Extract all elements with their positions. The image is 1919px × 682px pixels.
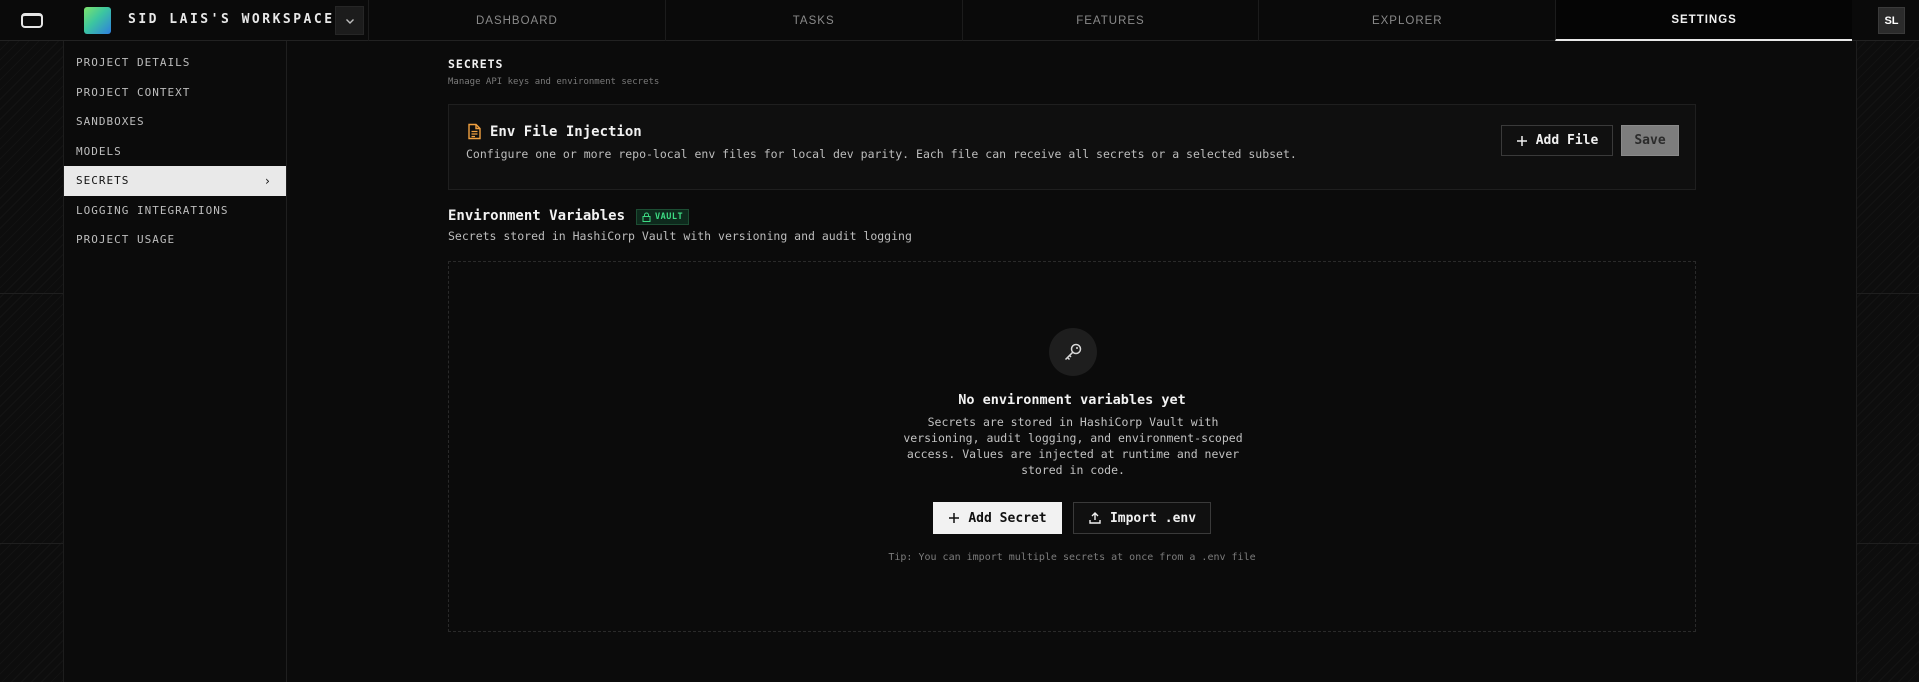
page-title: SECRETS [448,57,504,71]
add-secret-button[interactable]: Add Secret [933,502,1062,534]
top-bar: SID LAIS'S WORKSPACE DASHBOARD TASKS FEA… [0,0,1919,41]
sidebar-item-label: LOGGING INTEGRATIONS [76,203,229,217]
sidebar-item-logging-integrations[interactable]: LOGGING INTEGRATIONS [64,196,286,226]
chevron-down-icon [345,18,354,24]
user-avatar[interactable]: SL [1878,7,1905,34]
sidebar-item-models[interactable]: MODELS [64,137,286,167]
save-button[interactable]: Save [1621,125,1679,156]
gutter-divider [0,543,63,544]
sidebar-item-label: SECRETS [76,174,130,188]
sidebar-item-project-usage[interactable]: PROJECT USAGE [64,225,286,255]
tab-features[interactable]: FEATURES [961,0,1259,41]
add-file-button[interactable]: Add File [1501,125,1613,156]
app-logo-icon [21,12,43,28]
key-icon [1064,343,1082,361]
env-file-injection-description: Configure one or more repo-local env fil… [466,147,1297,161]
empty-state-title: No environment variables yet [958,392,1186,408]
sidebar-item-label: PROJECT USAGE [76,233,176,247]
sidebar-item-project-context[interactable]: PROJECT CONTEXT [64,78,286,108]
workspace-avatar[interactable] [84,7,111,34]
sidebar-item-label: MODELS [76,144,122,158]
environment-variables-subtitle: Secrets stored in HashiCorp Vault with v… [448,229,912,243]
vault-badge: VAULT [636,209,690,225]
empty-state-description: Secrets are stored in HashiCorp Vault wi… [903,415,1243,477]
upload-icon [1089,512,1101,524]
sidebar-item-label: PROJECT CONTEXT [76,85,191,99]
lock-icon [642,212,651,222]
env-file-injection-title: Env File Injection [490,124,642,140]
add-file-label: Add File [1535,133,1599,148]
tab-settings[interactable]: SETTINGS [1555,0,1852,41]
app-logo[interactable] [0,0,64,40]
sidebar-item-secrets[interactable]: SECRETS › [64,166,286,196]
right-gutter [1856,41,1919,682]
sidebar-item-label: PROJECT DETAILS [76,56,191,70]
sidebar-item-project-details[interactable]: PROJECT DETAILS [64,48,286,78]
main-nav-tabs: DASHBOARD TASKS FEATURES EXPLORER SETTIN… [368,0,1852,41]
env-file-injection-card: Env File Injection Configure one or more… [448,104,1696,190]
plus-icon [1516,135,1527,146]
sidebar-item-label: SANDBOXES [76,115,145,129]
key-icon-container [1049,328,1097,376]
gutter-divider [0,293,63,294]
sidebar-item-sandboxes[interactable]: SANDBOXES [64,107,286,137]
file-text-icon [468,123,481,140]
environment-variables-title: Environment Variables [448,208,626,224]
import-env-label: Import .env [1109,510,1197,526]
vault-badge-label: VAULT [655,212,684,222]
gutter-divider [1857,543,1919,544]
import-tip: Tip: You can import multiple secrets at … [888,552,1256,563]
tab-tasks[interactable]: TASKS [664,0,962,41]
left-gutter [0,41,64,682]
workspace-dropdown-button[interactable] [335,6,364,35]
empty-state-panel: No environment variables yet Secrets are… [448,261,1696,632]
workspace-name[interactable]: SID LAIS'S WORKSPACE [128,12,335,27]
tab-explorer[interactable]: EXPLORER [1258,0,1555,41]
tab-dashboard[interactable]: DASHBOARD [368,0,665,41]
plus-icon [949,513,960,523]
import-env-button[interactable]: Import .env [1073,502,1211,534]
add-secret-label: Add Secret [968,510,1047,526]
page-subtitle: Manage API keys and environment secrets [448,77,660,87]
gutter-divider [1857,293,1919,294]
main-content: SECRETS Manage API keys and environment … [288,41,1856,682]
settings-sidebar: PROJECT DETAILS PROJECT CONTEXT SANDBOXE… [64,41,287,682]
chevron-right-icon: › [263,173,272,188]
